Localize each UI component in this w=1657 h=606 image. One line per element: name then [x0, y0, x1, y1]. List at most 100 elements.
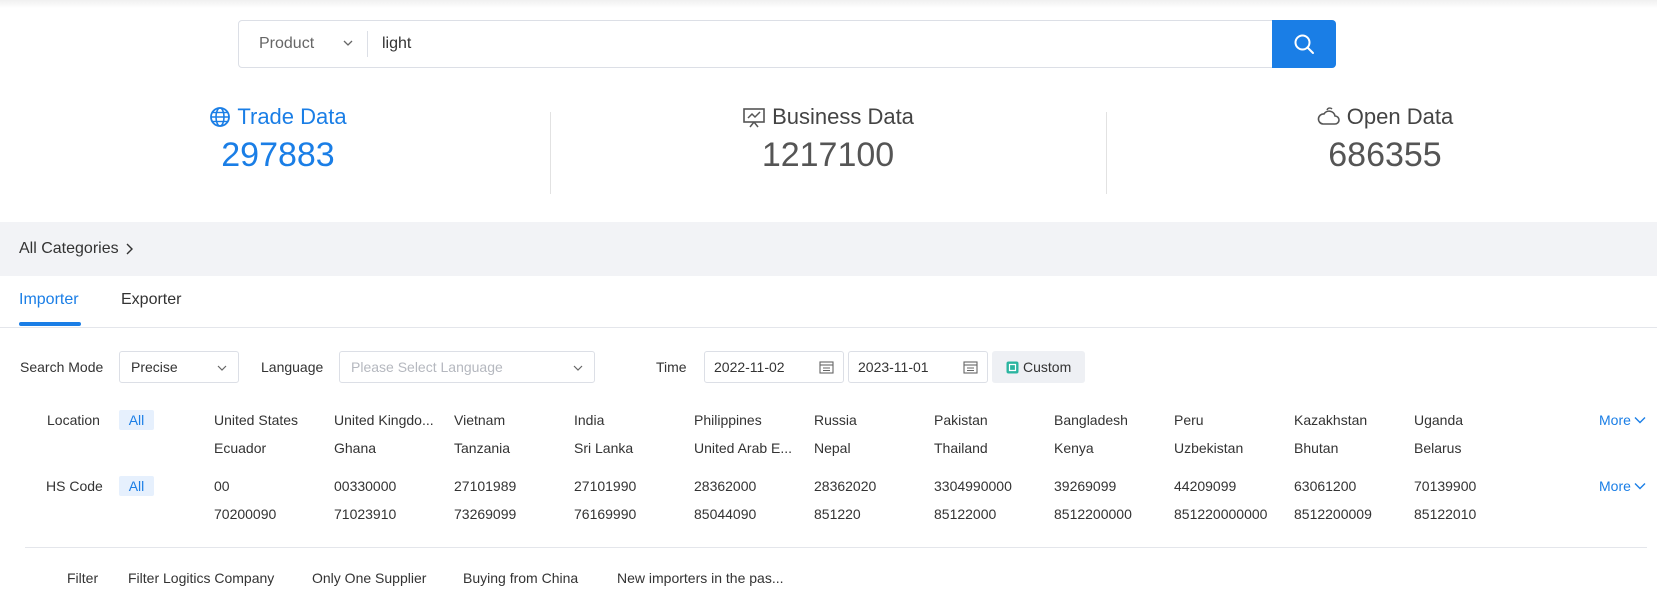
location-option[interactable]: Kenya [1054, 440, 1094, 456]
location-option[interactable]: Vietnam [454, 412, 505, 428]
hscode-option[interactable]: 8512200009 [1294, 506, 1372, 522]
date-from-input[interactable]: 2022-11-02 [704, 351, 844, 383]
tab-importer[interactable]: Importer [19, 291, 79, 309]
stat-business-data[interactable]: Business Data 1217100 [548, 104, 1108, 175]
custom-icon [1006, 361, 1019, 373]
hscode-all-chip[interactable]: All [119, 476, 154, 496]
hscode-option[interactable]: 851220 [814, 506, 861, 522]
search-input[interactable] [368, 21, 1272, 67]
location-option[interactable]: United States [214, 412, 298, 428]
stat-trade-data[interactable]: Trade Data 297883 [0, 104, 558, 175]
date-to-value: 2023-11-01 [858, 359, 929, 375]
hscode-option[interactable]: 76169990 [574, 506, 636, 522]
location-option[interactable]: Belarus [1414, 440, 1461, 456]
chevron-right-icon [126, 243, 133, 255]
location-option[interactable]: Russia [814, 412, 857, 428]
chevron-down-icon [1634, 483, 1646, 490]
hscode-option[interactable]: 39269099 [1054, 478, 1116, 494]
hscode-option[interactable]: 851220000000 [1174, 506, 1267, 522]
location-option[interactable]: Ecuador [214, 440, 266, 456]
time-label: Time [656, 359, 687, 375]
stat-business-count: 1217100 [761, 136, 895, 174]
search-mode-label: Search Mode [20, 359, 104, 375]
hscode-option[interactable]: 70139900 [1414, 478, 1476, 494]
stat-open-title: Open Data [1346, 104, 1454, 129]
hscode-option[interactable]: 8512200000 [1054, 506, 1132, 522]
hscode-option[interactable]: 27101990 [574, 478, 636, 494]
stats-section: Trade Data 297883 Business Data 1217100 … [0, 104, 1657, 194]
hscode-option[interactable]: 63061200 [1294, 478, 1356, 494]
chevron-down-icon [573, 365, 583, 371]
custom-date-button[interactable]: Custom [992, 351, 1085, 383]
hscode-option[interactable]: 44209099 [1174, 478, 1236, 494]
stat-open-count: 686355 [1328, 136, 1442, 174]
location-option[interactable]: Tanzania [454, 440, 510, 456]
hscode-option[interactable]: 00 [214, 478, 230, 494]
search-mode-select[interactable]: Precise [119, 351, 239, 383]
location-option[interactable]: United Kingdo... [334, 412, 434, 428]
search-icon [1294, 34, 1314, 54]
chevron-down-icon [1634, 417, 1646, 424]
cloud-icon [1317, 107, 1340, 125]
hscode-option[interactable]: 71023910 [334, 506, 396, 522]
presentation-icon [743, 108, 765, 128]
calendar-icon [963, 361, 978, 374]
location-option[interactable]: Pakistan [934, 412, 988, 428]
location-option[interactable]: Uganda [1414, 412, 1463, 428]
divider-line [25, 547, 1647, 548]
filter-label: Filter [67, 570, 99, 586]
all-categories-link[interactable]: All Categories [19, 240, 119, 258]
location-more-label: More [1599, 412, 1631, 428]
top-shadow [0, 0, 1657, 8]
search-mode-value: Precise [131, 359, 178, 375]
stat-open-data[interactable]: Open Data 686355 [1105, 104, 1657, 175]
date-to-input[interactable]: 2023-11-01 [848, 351, 988, 383]
chevron-down-icon [217, 365, 227, 371]
filter-option[interactable]: Buying from China [463, 570, 578, 586]
location-option[interactable]: Uzbekistan [1174, 440, 1243, 456]
location-option[interactable]: Kazakhstan [1294, 412, 1367, 428]
search-type-label: Product [259, 35, 315, 52]
hscode-option[interactable]: 28362000 [694, 478, 756, 494]
location-option[interactable]: India [574, 412, 604, 428]
filter-option[interactable]: Filter Logitics Company [128, 570, 274, 586]
tabs: Importer Exporter [0, 276, 1657, 328]
location-option[interactable]: Ghana [334, 440, 376, 456]
search-button[interactable] [1272, 20, 1336, 68]
location-label: Location [47, 412, 100, 428]
language-select[interactable]: Please Select Language [339, 351, 595, 383]
location-option[interactable]: Peru [1174, 412, 1204, 428]
location-more-button[interactable]: More [1599, 412, 1646, 428]
hscode-option[interactable]: 73269099 [454, 506, 516, 522]
hscode-option[interactable]: 85122000 [934, 506, 996, 522]
hscode-label: HS Code [46, 478, 103, 494]
language-label: Language [261, 359, 324, 375]
hscode-option[interactable]: 28362020 [814, 478, 876, 494]
custom-label: Custom [1023, 359, 1072, 375]
tab-exporter[interactable]: Exporter [121, 291, 181, 309]
hscode-option[interactable]: 3304990000 [934, 478, 1012, 494]
hscode-more-button[interactable]: More [1599, 478, 1646, 494]
hscode-more-label: More [1599, 478, 1631, 494]
hscode-option[interactable]: 00330000 [334, 478, 396, 494]
hscode-option[interactable]: 85044090 [694, 506, 756, 522]
stat-trade-count: 297883 [221, 136, 335, 174]
hscode-option[interactable]: 70200090 [214, 506, 276, 522]
location-option[interactable]: Nepal [814, 440, 851, 456]
location-option[interactable]: Sri Lanka [574, 440, 633, 456]
location-option[interactable]: Thailand [934, 440, 988, 456]
stat-trade-title: Trade Data [237, 104, 347, 129]
date-from-value: 2022-11-02 [714, 359, 785, 375]
location-option[interactable]: Philippines [694, 412, 762, 428]
location-option[interactable]: Bangladesh [1054, 412, 1128, 428]
hscode-option[interactable]: 27101989 [454, 478, 516, 494]
location-all-chip[interactable]: All [119, 410, 154, 430]
chevron-down-icon [343, 40, 353, 46]
filter-option[interactable]: New importers in the pas... [617, 570, 784, 586]
hscode-option[interactable]: 85122010 [1414, 506, 1476, 522]
location-option[interactable]: United Arab E... [694, 440, 792, 456]
location-option[interactable]: Bhutan [1294, 440, 1338, 456]
search-type-dropdown[interactable]: Product [239, 21, 367, 67]
filter-option[interactable]: Only One Supplier [312, 570, 426, 586]
search-bar: Product [238, 20, 1336, 68]
